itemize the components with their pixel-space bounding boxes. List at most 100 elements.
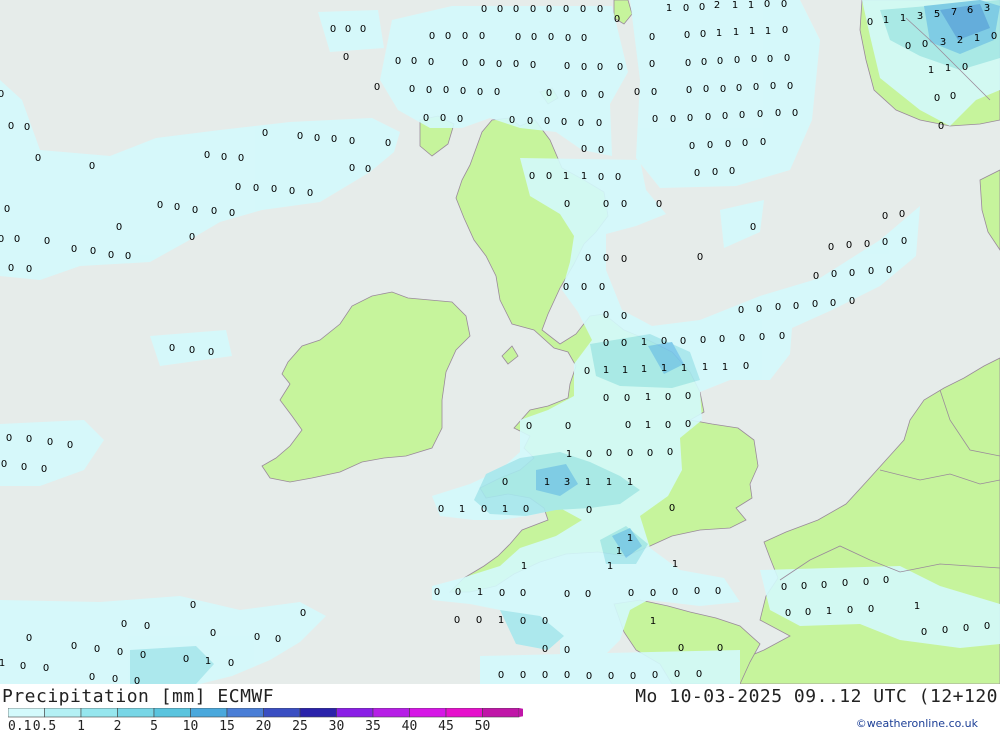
precip-value-label: 1 bbox=[607, 561, 613, 572]
precip-value-label: 1 bbox=[716, 28, 722, 39]
precip-value-label: 2 bbox=[957, 35, 963, 46]
precip-value-label: 0 bbox=[793, 301, 799, 312]
precip-value-label: 0 bbox=[440, 113, 446, 124]
precip-value-label: 0 bbox=[634, 87, 640, 98]
precip-value-label: 0 bbox=[300, 608, 306, 619]
precip-value-label: 0 bbox=[546, 171, 552, 182]
precip-value-label: 0 bbox=[715, 586, 721, 597]
precip-value-label: 0 bbox=[423, 113, 429, 124]
precip-value-label: 0 bbox=[950, 91, 956, 102]
precip-value-label: 0 bbox=[842, 578, 848, 589]
precip-value-label: 0 bbox=[374, 82, 380, 93]
legend-label: 35 bbox=[365, 719, 381, 732]
precip-value-label: 0 bbox=[597, 62, 603, 73]
precip-value-label: 0 bbox=[580, 4, 586, 15]
precip-value-label: 0 bbox=[330, 24, 336, 35]
precip-value-label: 0 bbox=[189, 232, 195, 243]
precip-value-label: 0 bbox=[307, 188, 313, 199]
precip-value-label: 0 bbox=[8, 121, 14, 132]
precip-value-label: 0 bbox=[496, 59, 502, 70]
precip-value-label: 0 bbox=[26, 434, 32, 445]
precip-value-label: 0 bbox=[208, 347, 214, 358]
precip-value-label: 0 bbox=[253, 183, 259, 194]
precip-value-label: 1 bbox=[566, 449, 572, 460]
precip-value-label: 1 bbox=[826, 606, 832, 617]
precip-value-label: 0 bbox=[581, 89, 587, 100]
precip-value-label: 0 bbox=[596, 118, 602, 129]
precip-value-label: 1 bbox=[544, 477, 550, 488]
precip-value-label: 0 bbox=[35, 153, 41, 164]
precip-value-label: 0 bbox=[192, 205, 198, 216]
precip-value-label: 0 bbox=[697, 252, 703, 263]
precip-value-label: 1 bbox=[733, 27, 739, 38]
precip-value-label: 0 bbox=[649, 59, 655, 70]
precip-value-label: 0 bbox=[289, 186, 295, 197]
precip-value-label: 0 bbox=[739, 333, 745, 344]
precip-value-label: 0 bbox=[581, 144, 587, 155]
precip-value-label: 0 bbox=[883, 575, 889, 586]
precip-value-label: 0 bbox=[455, 587, 461, 598]
legend-label: 0.5 bbox=[33, 719, 56, 732]
precip-value-label: 0 bbox=[603, 199, 609, 210]
precip-value-label: 0 bbox=[345, 24, 351, 35]
precip-value-label: 0 bbox=[20, 661, 26, 672]
legend-label: 1 bbox=[77, 719, 85, 732]
precip-value-label: 0 bbox=[882, 237, 888, 248]
precip-value-label: 0 bbox=[513, 59, 519, 70]
precip-value-label: 0 bbox=[117, 647, 123, 658]
color-legend: 0.1 0.5 1 2 5 10 15 20 25 30 35 40 45 50 bbox=[8, 708, 523, 732]
precip-value-label: 0 bbox=[204, 150, 210, 161]
precip-value-label: 0 bbox=[523, 504, 529, 515]
precip-value-label: 0 bbox=[515, 32, 521, 43]
precip-value-label: 0 bbox=[67, 440, 73, 451]
legend-label: 5 bbox=[150, 719, 158, 732]
legend-swatch bbox=[226, 708, 264, 718]
precip-value-label: 1 bbox=[459, 504, 465, 515]
precip-value-label: 0 bbox=[502, 477, 508, 488]
precip-value-label: 0 bbox=[183, 654, 189, 665]
precip-value-label: 0 bbox=[717, 643, 723, 654]
precip-value-label: 0 bbox=[846, 240, 852, 251]
legend-swatch bbox=[299, 708, 337, 718]
precip-value-label: 0 bbox=[725, 139, 731, 150]
precip-value-label: 0 bbox=[689, 141, 695, 152]
precip-value-label: 0 bbox=[753, 82, 759, 93]
precip-value-label: 0 bbox=[4, 204, 10, 215]
legend-labels: 0.1 0.5 1 2 5 10 15 20 25 30 35 40 45 50 bbox=[8, 719, 490, 732]
precip-value-label: 0 bbox=[868, 266, 874, 277]
precip-value-label: 1 bbox=[563, 171, 569, 182]
precip-value-label: 0 bbox=[497, 4, 503, 15]
precip-value-label: 0 bbox=[886, 265, 892, 276]
precip-value-label: 0 bbox=[687, 113, 693, 124]
credit-link[interactable]: ©weatheronline.co.uk bbox=[856, 717, 978, 730]
precip-value-label: 0 bbox=[751, 54, 757, 65]
precip-value-label: 1 bbox=[581, 171, 587, 182]
precip-value-label: 0 bbox=[705, 112, 711, 123]
precip-value-label: 1 bbox=[521, 561, 527, 572]
precip-value-label: 0 bbox=[603, 253, 609, 264]
precip-value-label: 0 bbox=[685, 391, 691, 402]
precip-value-label: 0 bbox=[700, 335, 706, 346]
precip-value-label: 0 bbox=[743, 361, 749, 372]
precip-value-label: 0 bbox=[680, 336, 686, 347]
precip-value-label: 0 bbox=[775, 302, 781, 313]
precip-value-label: 0 bbox=[527, 116, 533, 127]
precip-value-label: 0 bbox=[26, 633, 32, 644]
precip-value-label: 1 bbox=[883, 15, 889, 26]
precip-value-label: 0 bbox=[494, 87, 500, 98]
precip-value-label: 0 bbox=[759, 332, 765, 343]
precip-value-label: 0 bbox=[785, 608, 791, 619]
precip-value-label: 0 bbox=[781, 0, 787, 10]
precip-value-label: 0 bbox=[520, 616, 526, 627]
precip-value-label: 0 bbox=[963, 623, 969, 634]
precip-value-label: 0 bbox=[719, 334, 725, 345]
precip-value-label: 0 bbox=[395, 56, 401, 67]
precip-value-label: 0 bbox=[779, 331, 785, 342]
precip-value-label: 0 bbox=[144, 621, 150, 632]
precip-value-label: 0 bbox=[479, 31, 485, 42]
precip-value-label: 1 bbox=[681, 363, 687, 374]
precip-value-label: 0 bbox=[787, 81, 793, 92]
legend-swatch bbox=[372, 708, 410, 718]
precip-value-label: 0 bbox=[44, 236, 50, 247]
precip-value-label: 0 bbox=[669, 503, 675, 514]
